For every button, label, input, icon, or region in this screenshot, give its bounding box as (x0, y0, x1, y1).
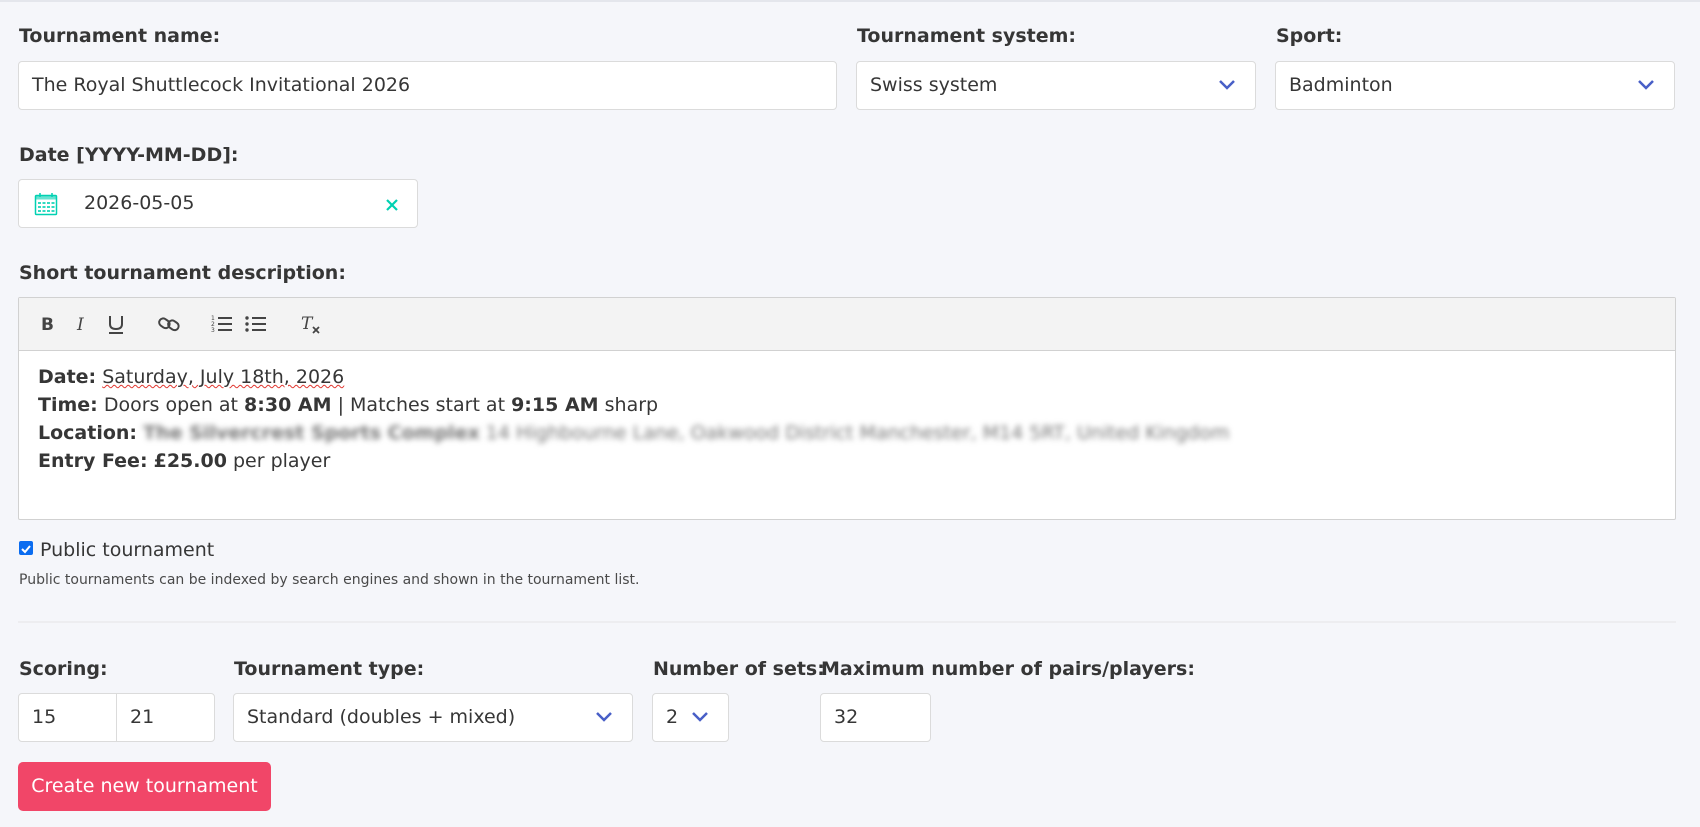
svg-text:T: T (301, 314, 314, 334)
tournament-type-select[interactable]: Standard (doubles + mixed) (233, 693, 633, 742)
chevron-down-icon (596, 712, 612, 722)
svg-text:3: 3 (211, 327, 215, 334)
clear-date-icon[interactable] (385, 198, 399, 212)
svg-text:I: I (76, 315, 84, 335)
chevron-down-icon (1638, 80, 1654, 90)
editor-toolbar: B I 123 T (19, 298, 1675, 351)
location-address: 14 Highbourne Lane, Oakwood District Man… (485, 422, 1230, 444)
svg-text:B: B (41, 315, 54, 335)
description-time-line: Time: Doors open at 8:30 AM | Matches st… (38, 394, 659, 416)
date-label: Date [YYYY-MM-DD]: (19, 144, 239, 166)
date-value: 2026-05-05 (84, 192, 195, 214)
italic-icon[interactable]: I (70, 313, 94, 335)
link-icon[interactable] (157, 313, 181, 335)
tournament-system-select[interactable]: Swiss system (856, 61, 1256, 110)
top-border (0, 0, 1700, 2)
sport-label: Sport: (1276, 25, 1343, 47)
scoring-input-1[interactable]: 15 (18, 693, 117, 742)
underline-icon[interactable] (104, 313, 128, 335)
checkmark-icon (21, 545, 31, 554)
sets-label: Number of sets: (653, 658, 825, 680)
sport-value: Badminton (1289, 74, 1393, 96)
chevron-down-icon (1219, 80, 1235, 90)
date-input[interactable]: 2026-05-05 (18, 179, 418, 228)
tournament-name-value: The Royal Shuttlecock Invitational 2026 (32, 74, 411, 96)
max-players-input[interactable]: 32 (820, 693, 931, 742)
divider (18, 621, 1676, 623)
public-help-text: Public tournaments can be indexed by sea… (19, 572, 640, 588)
scoring-label: Scoring: (19, 658, 108, 680)
calendar-icon (34, 193, 58, 216)
tournament-type-value: Standard (doubles + mixed) (247, 706, 516, 728)
sport-select[interactable]: Badminton (1275, 61, 1675, 110)
sets-value: 2 (666, 706, 679, 728)
public-checkbox[interactable] (19, 541, 33, 555)
description-location-line: Location: The Silvercrest Sports Complex… (38, 422, 1230, 444)
max-players-label: Maximum number of pairs/players: (821, 658, 1195, 680)
bullet-list-icon[interactable] (244, 313, 268, 335)
ordered-list-icon[interactable]: 123 (210, 313, 234, 335)
bold-icon[interactable]: B (36, 313, 60, 335)
description-date-line: Date: Saturday, July 18th, 2026 (38, 366, 345, 388)
description-fee-line: Entry Fee: £25.00 per player (38, 450, 331, 472)
scoring-input-2[interactable]: 21 (116, 693, 215, 742)
description-label: Short tournament description: (19, 262, 346, 284)
chevron-down-icon (692, 712, 708, 722)
scoring-value-1: 15 (32, 706, 57, 728)
tournament-name-input[interactable]: The Royal Shuttlecock Invitational 2026 (18, 61, 837, 110)
public-label[interactable]: Public tournament (40, 539, 214, 561)
tournament-system-label: Tournament system: (857, 25, 1077, 47)
clear-format-icon[interactable]: T (298, 313, 322, 335)
tournament-name-label: Tournament name: (19, 25, 221, 47)
create-tournament-button[interactable]: Create new tournament (18, 762, 271, 811)
sets-select[interactable]: 2 (652, 693, 729, 742)
description-editor[interactable]: B I 123 T Date: Saturday, July 18th, 202… (18, 297, 1676, 520)
scoring-value-2: 21 (130, 706, 155, 728)
max-players-value: 32 (834, 706, 859, 728)
tournament-type-label: Tournament type: (234, 658, 425, 680)
location-venue: The Silvercrest Sports Complex (143, 422, 480, 444)
tournament-system-value: Swiss system (870, 74, 998, 96)
